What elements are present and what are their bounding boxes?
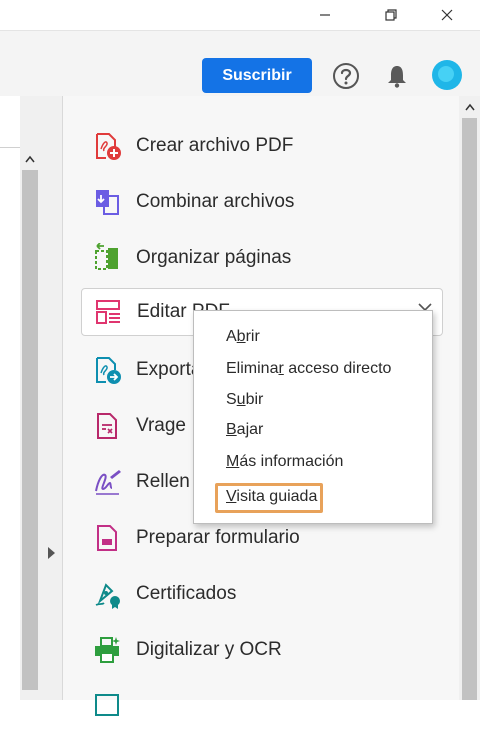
menu-item-remove-shortcut[interactable]: Eliminar acceso directo [226,357,391,381]
collapse-panel-icon[interactable] [46,546,56,560]
scroll-up-icon[interactable] [462,100,477,114]
panel-splitter[interactable] [40,96,63,700]
create-pdf-icon [91,130,123,162]
tool-label: Digitalizar y OCR [136,639,282,660]
document-scrollbar[interactable] [20,148,40,700]
tool-label: Exporta [136,359,202,380]
subscribe-button[interactable]: Suscribir [202,58,312,93]
tool-label: Vrage [136,415,186,436]
highlight-box [215,483,323,513]
tool-label: Preparar formulario [136,527,300,548]
organize-pages-icon [91,242,123,274]
combine-files-icon [91,186,123,218]
tool-organize-pages[interactable]: Organizar páginas [81,235,441,281]
document-area [0,96,40,700]
tool-label: Crear archivo PDF [136,135,294,156]
prepare-form-icon [91,522,123,554]
edit-pdf-icon [92,296,124,328]
tool-certificates[interactable]: Certificados [81,571,441,617]
tool-more[interactable] [81,683,441,729]
menu-item-move-down[interactable]: Bajar [226,418,263,442]
help-icon [333,63,359,89]
restore-button[interactable] [368,0,414,30]
tool-label: Combinar archivos [136,191,295,212]
menu-item-open[interactable]: Abrir [226,325,260,349]
menu-item-move-up[interactable]: Subir [226,388,263,412]
minimize-button[interactable] [302,0,348,30]
scroll-up-icon[interactable] [22,152,38,166]
tools-panel-scrollbar[interactable] [459,96,480,700]
tool-create-pdf[interactable]: Crear archivo PDF [81,123,441,169]
forms-icon [91,410,123,442]
restore-icon [385,9,397,21]
tool-label: Certificados [136,583,237,604]
help-button[interactable] [332,62,360,90]
tool-scan-ocr[interactable]: Digitalizar y OCR [81,627,441,673]
menu-item-more-info[interactable]: Más información [226,450,343,474]
title-bar [0,0,480,30]
close-icon [441,9,453,21]
export-pdf-icon [91,354,123,386]
certificates-icon [91,578,123,610]
tool-combine-files[interactable]: Combinar archivos [81,179,441,225]
notifications-button[interactable] [383,62,411,90]
media-icon [91,690,123,722]
minimize-icon [320,14,330,16]
fill-sign-icon [91,466,123,498]
bell-icon [388,66,406,88]
avatar[interactable] [432,60,462,90]
tool-label: Organizar páginas [136,247,292,268]
close-button[interactable] [424,0,470,30]
scroll-thumb[interactable] [462,118,477,700]
scroll-thumb[interactable] [22,170,38,690]
scan-ocr-icon [91,634,123,666]
top-toolbar: Suscribir [0,30,480,97]
tool-label: Rellen [136,471,190,492]
divider [0,147,20,148]
document-page [0,96,20,700]
